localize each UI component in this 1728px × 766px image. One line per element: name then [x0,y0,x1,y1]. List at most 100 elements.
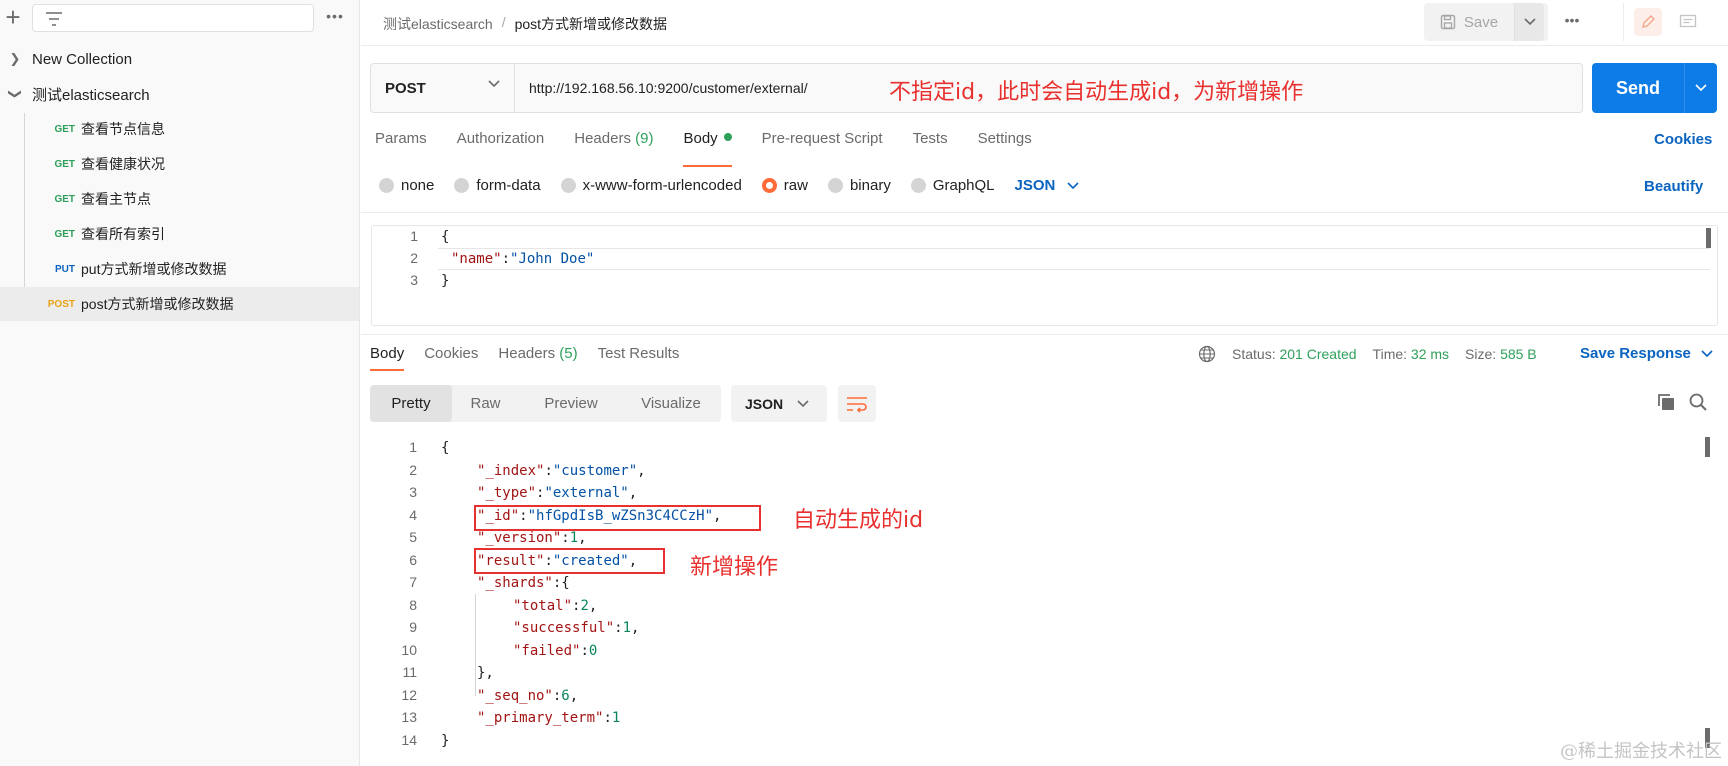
sidebar-request-item[interactable]: GET 查看主节点 [0,182,359,216]
sidebar-request-item-active[interactable]: POST post方式新增或修改数据 [0,287,359,321]
status-value[interactable]: 201 Created [1279,346,1356,362]
json-value: 1 [569,530,579,546]
tab-params[interactable]: Params [375,130,427,160]
tab-tests[interactable]: Tests [913,130,948,160]
radio-raw[interactable]: raw [761,177,808,194]
code-token: { [441,229,450,245]
json-key: "_seq_no" [477,687,553,704]
response-body-viewer[interactable]: 1 {2 "_index": "customer", 3 "_type": "exter… [371,435,1718,766]
copy-icon[interactable] [1656,392,1676,412]
line-number: 12 [401,686,417,703]
breadcrumb-request[interactable]: post方式新增或修改数据 [515,14,667,34]
method-badge: GET [54,193,75,205]
sidebar-filter-input[interactable] [32,4,314,32]
new-plus-icon[interactable]: + [2,4,24,31]
code-line: "_index": "customer", [477,460,646,482]
save-label: Save [1463,13,1499,31]
code-line: "_primary_term": 1 [477,707,620,729]
sidebar-request-item[interactable]: PUT put方式新增或修改数据 [0,252,359,286]
radio-none[interactable]: none [379,177,434,194]
request-label: 查看所有索引 [81,226,165,242]
save-dropdown-button[interactable] [1514,3,1544,41]
cookies-link[interactable]: Cookies [1654,131,1712,148]
json-colon: : [536,485,545,501]
radio-urlencoded[interactable]: x-www-form-urlencoded [560,177,742,194]
size-value[interactable]: 585 B [1500,346,1537,362]
sidebar-request-item[interactable]: GET 查看所有索引 [0,217,359,251]
sidebar-request-item[interactable]: GET 查看节点信息 [0,112,359,146]
tab-response-cookies[interactable]: Cookies [424,345,478,362]
tab-body[interactable]: Body [683,130,732,167]
send-button[interactable]: Send [1592,63,1684,113]
line-number: 1 [409,439,417,455]
collection-label: 测试elasticsearch [32,86,150,104]
view-tab-pretty[interactable]: Pretty [370,385,452,422]
tab-test-results[interactable]: Test Results [598,345,680,362]
request-label: put方式新增或修改数据 [81,261,227,277]
line-number: 2 [409,461,417,478]
search-icon[interactable] [1688,392,1708,412]
tab-settings[interactable]: Settings [978,130,1032,160]
save-response-button[interactable]: Save Response [1580,345,1713,362]
sidebar: + ••• ❯ New Collection ❯ 测试elasticsearch… [0,0,360,766]
response-format-select[interactable]: JSON [731,385,827,422]
json-value: 0 [588,642,598,659]
tab-label: Headers [498,345,556,362]
json-brace: }, [477,665,494,681]
beautify-button[interactable]: Beautify [1644,178,1703,195]
code-line: "total": 2, [513,595,597,617]
method-badge: PUT [55,263,75,275]
http-method-select[interactable]: POST [371,64,515,112]
active-line-highlight [438,248,1710,270]
collection-elasticsearch[interactable]: ❯ 测试elasticsearch [0,77,359,111]
radio-form-data[interactable]: form-data [454,177,541,194]
more-options-icon[interactable]: ••• [1558,12,1586,32]
json-value: "external" [544,485,629,501]
tab-prerequest-script[interactable]: Pre-request Script [762,130,883,160]
line-number: 3 [409,484,417,500]
collection-new-collection[interactable]: ❯ New Collection [0,42,359,76]
view-tab-preview[interactable]: Preview [519,385,623,422]
line-number: 5 [409,529,417,545]
method-badge: GET [54,158,75,170]
json-key: "_version" [477,530,562,546]
radio-circle [560,178,576,193]
radio-graphql[interactable]: GraphQL [910,177,995,194]
tab-response-headers[interactable]: Headers (5) [498,345,577,362]
request-body-editor[interactable]: 1 2 3 { "name": "John Doe" } [371,225,1718,326]
line-number: 10 [401,641,417,658]
tab-authorization[interactable]: Authorization [457,130,545,160]
view-tab-raw[interactable]: Raw [452,385,519,422]
body-format-select[interactable]: JSON [1015,177,1080,194]
send-dropdown-button[interactable] [1684,63,1717,113]
line-number: 7 [409,574,417,590]
save-button[interactable]: Save [1424,3,1514,41]
view-tab-visualize[interactable]: Visualize [623,385,719,422]
annotation-auto-id-label: 自动生成的id [793,508,924,533]
wrap-lines-button[interactable] [838,385,876,422]
json-colon: : [552,575,562,591]
response-scrollbar[interactable] [1705,437,1710,457]
tab-response-body[interactable]: Body [370,345,405,371]
breadcrumb-collection[interactable]: 测试elasticsearch [383,14,493,34]
chevron-down-icon [1695,84,1707,92]
radio-binary[interactable]: binary [827,177,891,194]
edit-pencil-icon[interactable] [1634,8,1662,36]
chevron-down-icon [797,399,809,407]
sidebar-request-item[interactable]: GET 查看健康状况 [0,147,359,181]
tab-headers[interactable]: Headers (9) [574,130,653,160]
sidebar-more-icon[interactable]: ••• [322,7,348,27]
editor-scrollbar[interactable] [1706,228,1711,248]
headers-count: (9) [635,130,654,147]
globe-icon[interactable] [1198,345,1216,363]
radio-label: GraphQL [932,177,995,194]
line-number: 2 [410,250,418,266]
json-value: "customer" [552,462,638,479]
request-header: 测试elasticsearch / post方式新增或修改数据 Save ••• [361,0,1728,46]
send-button-group: Send [1592,63,1717,113]
comments-icon[interactable] [1674,8,1702,36]
json-value: 1 [611,710,621,726]
time-value[interactable]: 32 ms [1411,346,1449,362]
time-label: Time: [1372,346,1408,362]
filter-icon [46,12,62,26]
